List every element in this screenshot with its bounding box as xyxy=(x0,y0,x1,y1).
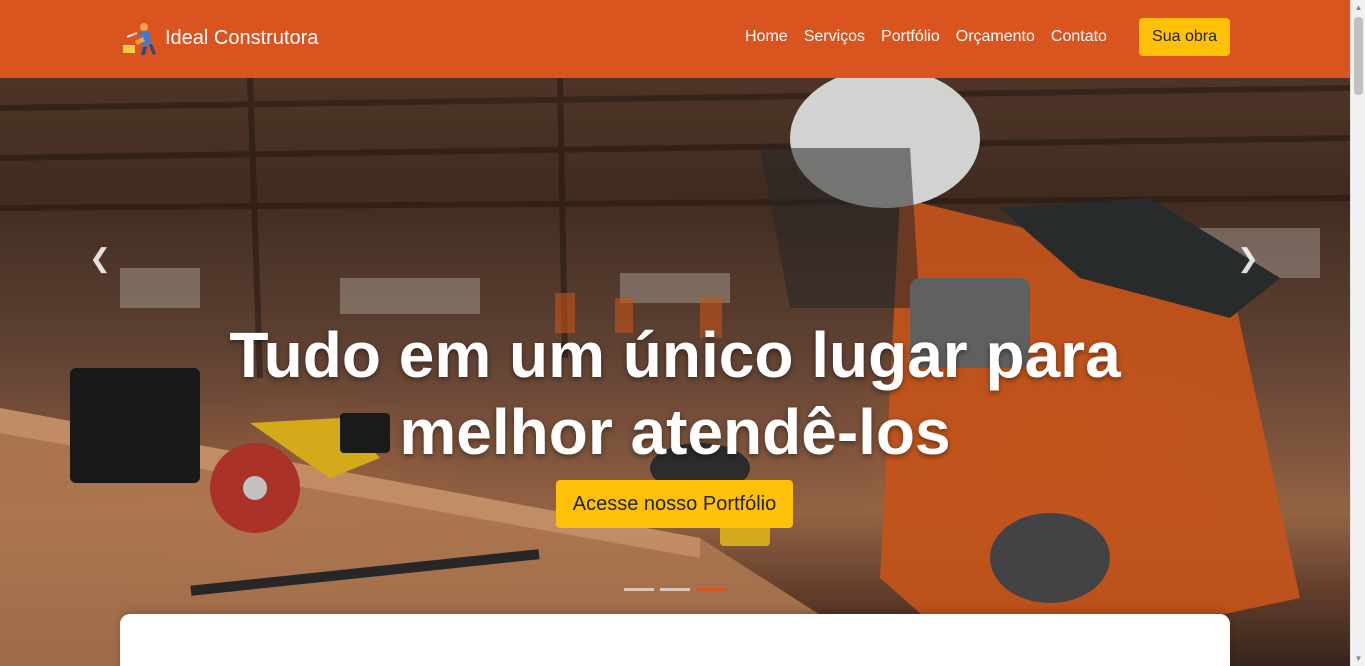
carousel-indicator-1[interactable] xyxy=(624,588,654,591)
nav-link-contato[interactable]: Contato xyxy=(1051,26,1107,48)
chevron-left-icon[interactable]: ❮ xyxy=(85,245,115,271)
nav-menu: Home Serviços Portfólio Orçamento Contat… xyxy=(745,26,1123,48)
carousel-indicators xyxy=(624,588,732,591)
brand-name: Ideal Construtora xyxy=(165,26,319,49)
portfolio-button[interactable]: Acesse nosso Portfólio xyxy=(556,480,793,528)
brand-link[interactable]: Ideal Construtora xyxy=(121,18,318,58)
construction-worker-icon xyxy=(123,23,156,55)
chevron-right-icon[interactable]: ❯ xyxy=(1233,245,1263,271)
sua-obra-button[interactable]: Sua obra xyxy=(1139,18,1230,56)
page-scrollbar[interactable]: ▲ ▼ xyxy=(1350,0,1365,666)
hero-carousel: ❮ ❯ Tudo em um único lugar para melhor a… xyxy=(0,78,1350,666)
nav-link-orcamento[interactable]: Orçamento xyxy=(956,26,1035,48)
navbar: Ideal Construtora Home Serviços Portfóli… xyxy=(0,0,1350,78)
nav-link-servicos[interactable]: Serviços xyxy=(804,26,865,48)
scrollbar-thumb[interactable] xyxy=(1354,17,1363,95)
content-card xyxy=(120,614,1230,666)
nav-link-portfolio[interactable]: Portfólio xyxy=(881,26,940,48)
hero-title: Tudo em um único lugar para melhor atend… xyxy=(229,319,1121,468)
nav-link-home[interactable]: Home xyxy=(745,26,788,48)
carousel-indicator-2[interactable] xyxy=(660,588,690,591)
carousel-indicator-3[interactable] xyxy=(696,588,726,591)
scroll-up-icon[interactable]: ▲ xyxy=(1353,2,1364,13)
scroll-down-icon[interactable]: ▼ xyxy=(1353,653,1364,664)
